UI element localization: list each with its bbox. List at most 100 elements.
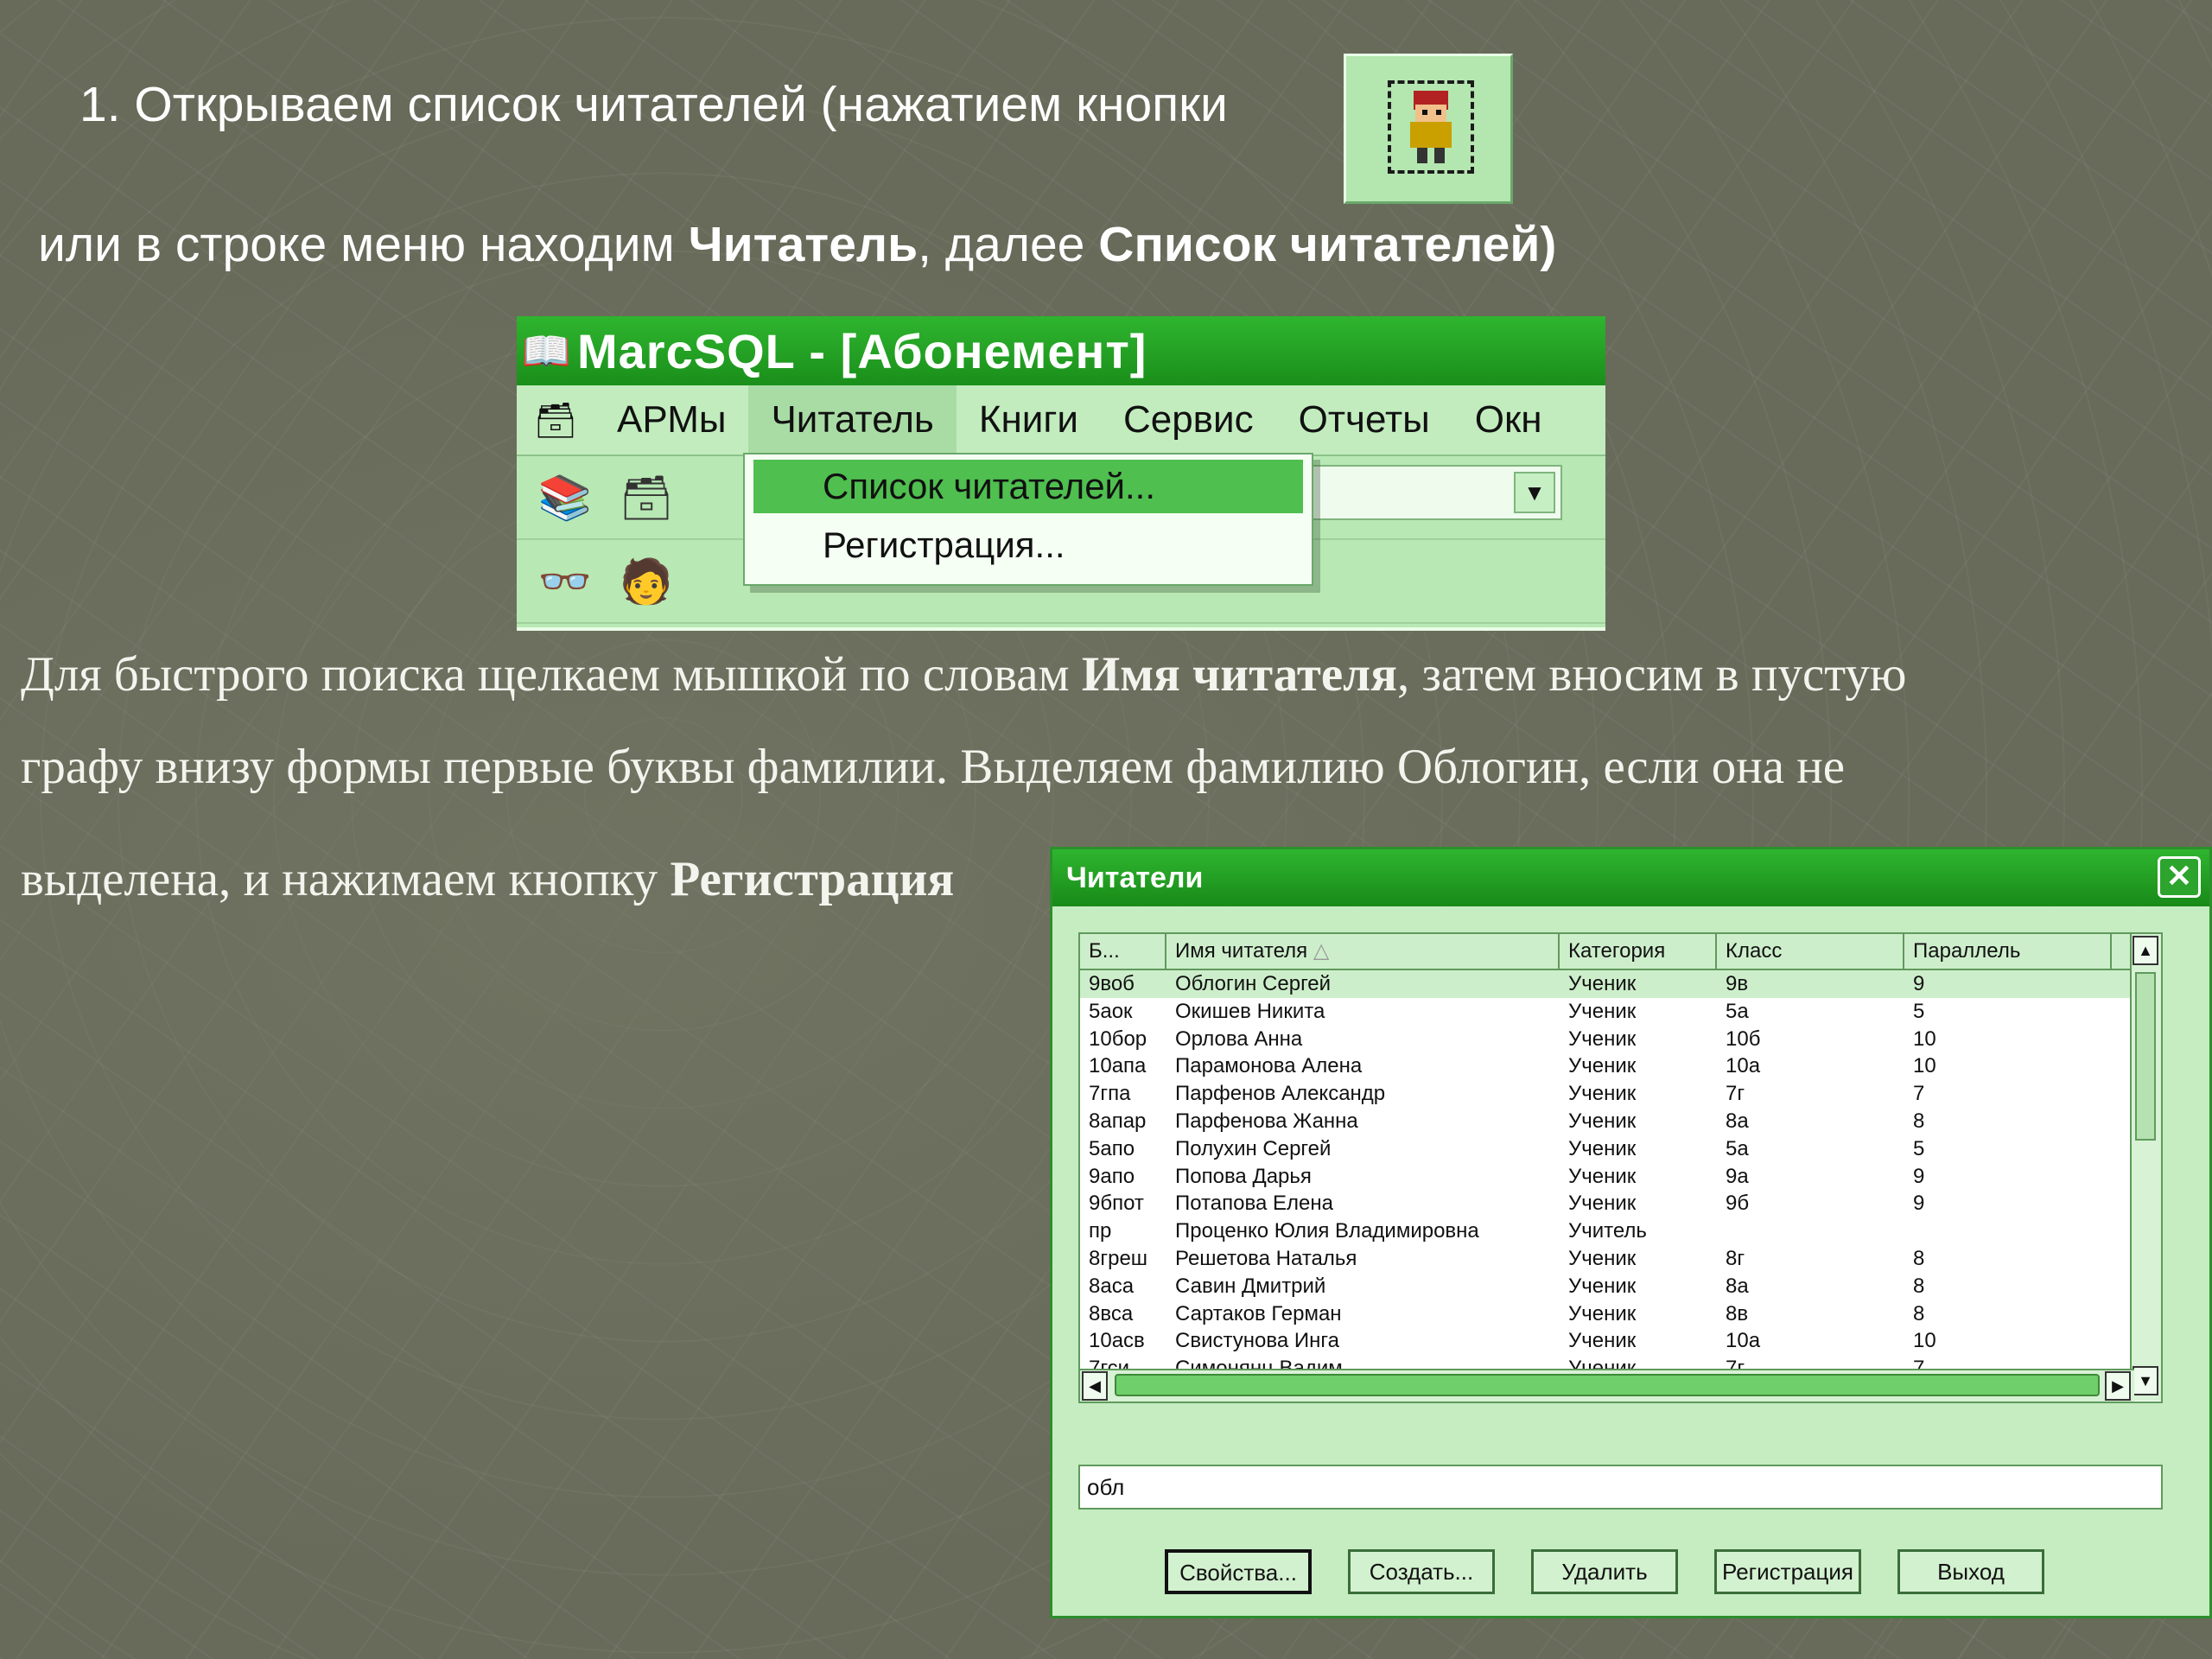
table-row[interactable]: 10бор Орлова Анна Ученик 10б 10 xyxy=(1080,1026,2161,1053)
horizontal-scrollbar[interactable]: ◀ ▶ xyxy=(1080,1369,2134,1402)
column-header-class[interactable]: Класс xyxy=(1717,934,1904,969)
menu-service[interactable]: Сервис xyxy=(1101,385,1276,454)
cell-parallel: 9 xyxy=(1913,1164,1925,1188)
table-row[interactable]: 10асв Свистунова Инга Ученик 10а 10 xyxy=(1080,1327,2161,1355)
text-segment: выделена, и нажимаем кнопку xyxy=(21,852,671,906)
cell-code: 10апа xyxy=(1089,1054,1147,1078)
cell-class: 8г xyxy=(1726,1246,1745,1270)
instruction-search-cont: графу внизу формы первые буквы фамилии. … xyxy=(21,740,1846,794)
cell-code: 7гпа xyxy=(1089,1082,1131,1106)
cell-name: Окишев Никита xyxy=(1175,999,1325,1023)
instruction-search: Для быстрого поиска щелкаем мышкой по сл… xyxy=(21,646,1907,702)
menubar: 🗃 АРМы Читатель Книги Сервис Отчеты Окн xyxy=(517,385,1605,456)
menu-books[interactable]: Книги xyxy=(957,385,1101,454)
cell-class: 5а xyxy=(1726,1136,1749,1160)
column-header-code[interactable]: Б... xyxy=(1080,934,1166,969)
cell-category: Учитель xyxy=(1568,1219,1647,1243)
menu-window[interactable]: Окн xyxy=(1452,385,1565,454)
reader-dropdown-menu: Список читателей... Регистрация... xyxy=(743,453,1313,586)
cell-name: Парамонова Алена xyxy=(1175,1054,1363,1078)
scroll-up-icon[interactable]: ▲ xyxy=(2133,936,2158,965)
vertical-scroll-thumb[interactable] xyxy=(2135,972,2156,1141)
readers-list-button[interactable] xyxy=(1344,54,1513,204)
cell-code: 5апо xyxy=(1089,1136,1135,1160)
cell-code: 8вса xyxy=(1089,1301,1134,1325)
cell-class: 8а xyxy=(1726,1274,1749,1298)
scroll-left-icon[interactable]: ◀ xyxy=(1082,1371,1108,1401)
scroll-down-icon[interactable]: ▼ xyxy=(2133,1366,2158,1395)
text-segment: или в строке меню находим xyxy=(38,217,689,272)
cell-parallel: 7 xyxy=(1913,1082,1925,1106)
table-row[interactable]: 9воб Облогин Сергей Ученик 9в 9 xyxy=(1080,970,2161,998)
menu-item-readers-list[interactable]: Список читателей... xyxy=(753,460,1303,513)
table-row[interactable]: 7гпа Парфенов Александр Ученик 7г 7 xyxy=(1080,1080,2161,1108)
cell-class: 5а xyxy=(1726,999,1749,1023)
glasses-icon[interactable]: 👓 xyxy=(537,554,593,609)
toolbar-combo[interactable]: ▼ xyxy=(1312,465,1562,520)
cell-parallel: 10 xyxy=(1913,1027,1936,1051)
create-button[interactable]: Создать... xyxy=(1348,1549,1495,1594)
cell-category: Ученик xyxy=(1568,1329,1637,1353)
cell-name: Попова Дарья xyxy=(1175,1164,1312,1188)
cell-name: Сартаков Герман xyxy=(1175,1301,1342,1325)
cell-class: 10б xyxy=(1726,1027,1761,1051)
cell-class: 10а xyxy=(1726,1329,1761,1353)
properties-button[interactable]: Свойства... xyxy=(1165,1549,1312,1594)
cell-name: Проценко Юлия Владимировна xyxy=(1175,1219,1479,1243)
cell-category: Ученик xyxy=(1568,1192,1637,1216)
readers-dialog-title: Читатели xyxy=(1066,861,1204,894)
table-row[interactable]: 9бпот Потапова Елена Ученик 9б 9 xyxy=(1080,1190,2161,1217)
reader-icon xyxy=(1388,80,1474,174)
cell-category: Ученик xyxy=(1568,1246,1637,1270)
cell-parallel xyxy=(1904,1217,2112,1245)
cell-parallel: 10 xyxy=(1913,1054,1936,1078)
menu-reader[interactable]: Читатель xyxy=(748,385,957,454)
marcsql-titlebar: 📖 MarcSQL - [Абонемент] xyxy=(517,316,1605,385)
table-row[interactable]: 10апа Парамонова Алена Ученик 10а 10 xyxy=(1080,1052,2161,1080)
cell-parallel: 9 xyxy=(1913,1192,1925,1216)
books-icon[interactable]: 📚 xyxy=(537,470,593,525)
vertical-scrollbar[interactable]: ▲ ▼ xyxy=(2130,934,2161,1401)
table-row[interactable]: 8вса Сартаков Герман Ученик 8в 8 xyxy=(1080,1300,2161,1328)
cell-category: Ученик xyxy=(1568,1301,1637,1325)
cell-category: Ученик xyxy=(1568,1027,1637,1051)
cell-category: Ученик xyxy=(1568,1109,1637,1133)
cell-name: Решетова Наталья xyxy=(1175,1246,1357,1270)
registration-button[interactable]: Регистрация xyxy=(1714,1549,1861,1594)
table-row[interactable]: пр Проценко Юлия Владимировна Учитель xyxy=(1080,1217,2161,1245)
table-row[interactable]: 8аса Савин Дмитрий Ученик 8а 8 xyxy=(1080,1273,2161,1300)
reader-toolbar-icon[interactable]: 🧑 xyxy=(619,554,674,609)
search-input[interactable]: обл xyxy=(1078,1465,2163,1510)
table-header: Б... Имя читателя △ Категория Класс Пара… xyxy=(1080,934,2161,970)
marcsql-title: MarcSQL - [Абонемент] xyxy=(577,323,1147,378)
table-row[interactable]: 8греш Решетова Наталья Ученик 8г 8 xyxy=(1080,1245,2161,1273)
table-row[interactable]: 5апо Полухин Сергей Ученик 5а 5 xyxy=(1080,1135,2161,1163)
menu-arms[interactable]: АРМы xyxy=(594,385,748,454)
table-row[interactable]: 5аок Окишев Никита Ученик 5а 5 xyxy=(1080,998,2161,1026)
cell-category: Ученик xyxy=(1568,1164,1637,1188)
cell-parallel: 8 xyxy=(1913,1301,1925,1325)
exit-button[interactable]: Выход xyxy=(1897,1549,2044,1594)
menu-item-registration[interactable]: Регистрация... xyxy=(753,518,1303,572)
table-row[interactable]: 8апар Парфенова Жанна Ученик 8а 8 xyxy=(1080,1108,2161,1135)
scroll-right-icon[interactable]: ▶ xyxy=(2105,1371,2131,1401)
chevron-down-icon[interactable]: ▼ xyxy=(1514,472,1555,513)
readers-dialog: Читатели ✕ Б... Имя читателя △ Категория… xyxy=(1050,847,2212,1618)
cell-name: Парфенов Александр xyxy=(1175,1082,1386,1106)
column-header-reader-name[interactable]: Имя читателя △ xyxy=(1166,934,1560,969)
cell-name: Потапова Елена xyxy=(1175,1192,1333,1216)
cell-code: 10бор xyxy=(1089,1027,1147,1051)
horizontal-scroll-thumb[interactable] xyxy=(1115,1374,2100,1396)
column-header-parallel[interactable]: Параллель xyxy=(1904,934,2112,969)
menu-reports[interactable]: Отчеты xyxy=(1276,385,1452,454)
sort-asc-icon: △ xyxy=(1313,939,1330,963)
delete-button[interactable]: Удалить xyxy=(1531,1549,1678,1594)
book-icon: 📖 xyxy=(521,327,573,373)
catalog-icon[interactable]: 🗃 xyxy=(619,470,674,525)
close-icon[interactable]: ✕ xyxy=(2158,856,2201,898)
app-menu-icon[interactable]: 🗃 xyxy=(517,400,594,441)
text-bold-readers-list: Список читателей) xyxy=(1098,217,1557,272)
column-header-category[interactable]: Категория xyxy=(1560,934,1717,969)
cell-code: пр xyxy=(1089,1219,1112,1243)
table-row[interactable]: 9апо Попова Дарья Ученик 9а 9 xyxy=(1080,1163,2161,1191)
